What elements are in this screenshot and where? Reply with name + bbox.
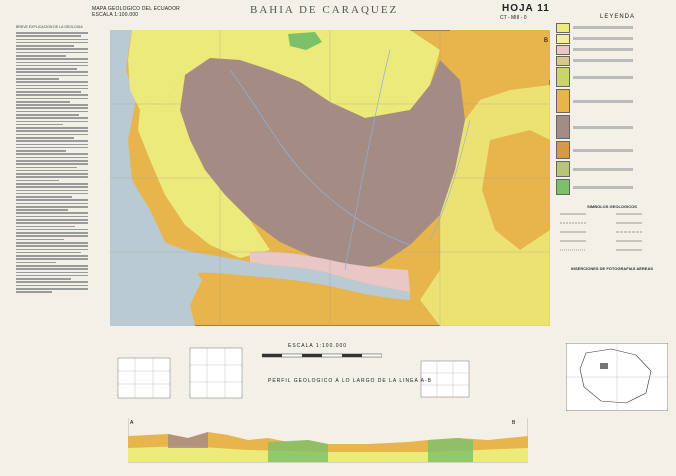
scale-subtitle: ESCALA 1:100.000 <box>92 12 139 18</box>
legend-item <box>556 114 668 140</box>
sheet-number: HOJA 11 <box>502 3 550 14</box>
legend-item <box>556 66 668 88</box>
legend-item <box>556 33 668 44</box>
legend-item <box>556 44 668 55</box>
section-end-a: A <box>130 420 134 426</box>
legend-heading: LEYENDA <box>600 14 636 20</box>
explanation-heading: BREVE EXPLICACION DE LA GEOLOGIA <box>16 25 83 29</box>
legend-item <box>556 160 668 178</box>
legend-item <box>556 55 668 66</box>
legend-panel: SIMBOLOS GEOLOGICOS INSERCIONES DE FOTOG… <box>556 22 668 322</box>
section-title: PERFIL GEOLOGICO A LO LARGO DE LA LINEA … <box>268 378 432 384</box>
map-marker-b: B <box>544 38 548 44</box>
sheet-code: CT - MIII - 0 <box>500 15 527 21</box>
legend-item <box>556 178 668 196</box>
text-lines <box>16 32 88 293</box>
legend-item <box>556 88 668 114</box>
sheet-title: BAHIA DE CARAQUEZ <box>250 4 399 16</box>
header-block: MAPA GEOLOGICO DEL ECUADOR ESCALA 1:100.… <box>92 6 180 18</box>
location-inset-map <box>566 343 668 411</box>
section-end-b: B <box>512 420 516 426</box>
scale-label: ESCALA 1:100.000 <box>288 343 348 349</box>
explanation-column: BREVE EXPLICACION DE LA GEOLOGIA <box>16 25 88 325</box>
scale-bar <box>262 353 382 358</box>
legend-item <box>556 140 668 160</box>
symbol-list <box>560 213 642 251</box>
legend-item <box>556 22 668 33</box>
geological-map[interactable]: B <box>110 30 550 326</box>
index-tables <box>117 347 243 399</box>
photo-heading: INSERCIONES DE FOTOGRAFIAS AEREAS <box>570 266 653 271</box>
geological-cross-section: A B <box>128 418 528 463</box>
